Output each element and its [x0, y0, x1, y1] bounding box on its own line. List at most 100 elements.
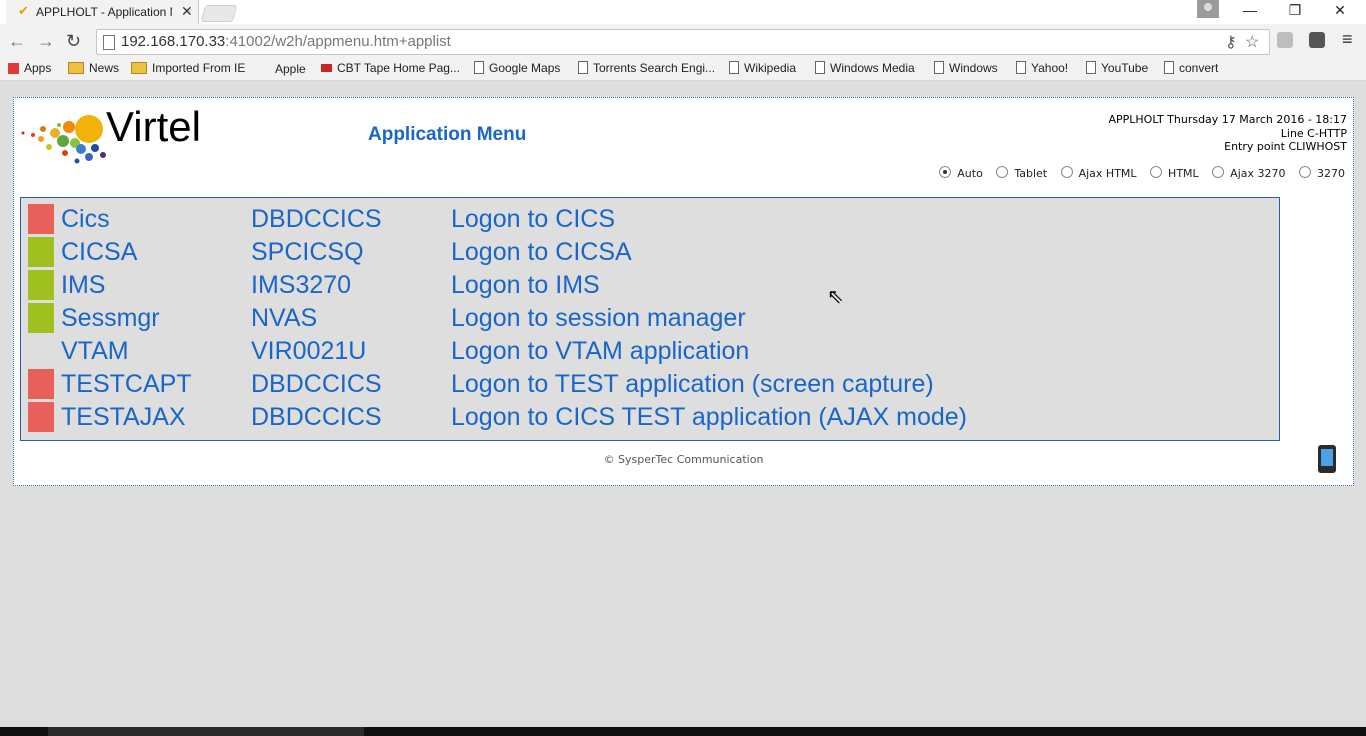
bookmark-label: convert — [1179, 61, 1219, 75]
apps-grid-icon — [8, 63, 19, 74]
bookmark-youtube[interactable]: YouTube — [1086, 61, 1148, 75]
appl-id-link[interactable]: DBDCCICS — [251, 403, 382, 432]
status-indicator — [28, 402, 54, 432]
page-icon — [729, 61, 739, 74]
restore-button[interactable]: ❐ — [1280, 2, 1310, 19]
address-bar[interactable]: 192.168.170.33:41002/w2h/appmenu.htm+app… — [96, 29, 1270, 55]
menu-icon[interactable]: ≡ — [1342, 29, 1353, 50]
reload-button[interactable]: ↻ — [66, 31, 81, 52]
bookmark-label: Imported From IE — [152, 61, 246, 75]
page-icon — [474, 61, 484, 74]
tablet-device-icon[interactable] — [1318, 445, 1336, 473]
url-host: 192.168.170.33 — [121, 33, 226, 50]
title-bar: ✔ APPLHOLT - Application M ✕ — ❐ ✕ — [0, 0, 1366, 24]
mode-auto[interactable]: Auto — [939, 166, 983, 180]
bookmark-yahoo[interactable]: Yahoo! — [1016, 61, 1068, 75]
mode-label: Auto — [957, 167, 983, 180]
extension-icon[interactable] — [1277, 32, 1293, 48]
profile-icon[interactable] — [1197, 0, 1219, 18]
back-button[interactable]: ← — [8, 31, 26, 52]
mode-ajax-3270[interactable]: Ajax 3270 — [1212, 166, 1286, 180]
bookmark-label: Yahoo! — [1031, 61, 1069, 75]
bookmark-cbt-tape[interactable]: CBT Tape Home Pag... — [321, 61, 460, 75]
key-icon[interactable]: ⚷ — [1225, 32, 1237, 52]
bookmark-google-maps[interactable]: Google Maps — [474, 61, 560, 75]
appl-id-link[interactable]: NVAS — [251, 304, 317, 333]
radio-html[interactable] — [1150, 166, 1163, 178]
appl-id-link[interactable]: DBDCCICS — [251, 370, 382, 399]
page-icon — [1016, 61, 1026, 74]
bookmarks-bar: Apps News Imported From IE Apple CBT Tap… — [0, 60, 1366, 81]
session-info: APPLHOLT Thursday 17 March 2016 - 18:17 … — [1108, 113, 1347, 154]
extension-shield-icon[interactable] — [1309, 32, 1325, 48]
favicon-icon: ✔ — [18, 3, 29, 18]
mode-tablet[interactable]: Tablet — [996, 166, 1047, 180]
radio-tablet[interactable] — [996, 166, 1009, 178]
app-name-link[interactable]: Cics — [61, 205, 110, 234]
bookmark-wikipedia[interactable]: Wikipedia — [729, 61, 796, 75]
bookmark-label: Windows Media — [830, 61, 915, 75]
mouse-cursor-icon: ⇖ — [827, 286, 844, 308]
mode-label: Tablet — [1014, 167, 1048, 180]
bookmark-label: Apple — [275, 62, 306, 76]
app-description-link[interactable]: Logon to CICSA — [451, 238, 632, 267]
cbt-icon — [321, 64, 332, 72]
app-name-link[interactable]: CICSA — [61, 238, 137, 267]
entry-point-info: Entry point CLIWHOST — [1224, 140, 1347, 153]
mode-html[interactable]: HTML — [1150, 166, 1199, 180]
session-info-line: APPLHOLT Thursday 17 March 2016 - 18:17 — [1108, 113, 1347, 126]
mode-3270[interactable]: 3270 — [1299, 166, 1345, 180]
radio-3270[interactable] — [1299, 166, 1311, 178]
app-description-link[interactable]: Logon to VTAM application — [451, 337, 749, 366]
page-info-icon[interactable] — [103, 35, 115, 50]
url-text[interactable]: 192.168.170.33:41002/w2h/appmenu.htm+app… — [121, 33, 451, 50]
bookmark-label: YouTube — [1101, 61, 1149, 75]
bookmark-star-icon[interactable]: ☆ — [1245, 32, 1259, 52]
bookmark-apple[interactable]: Apple — [258, 61, 306, 76]
app-description-link[interactable]: Logon to CICS TEST application (AJAX mod… — [451, 403, 967, 432]
browser-tab[interactable]: ✔ APPLHOLT - Application M ✕ — [6, 0, 199, 24]
page-icon — [1164, 61, 1174, 74]
bookmark-windows[interactable]: Windows — [934, 61, 998, 75]
bookmark-imported-from-ie[interactable]: Imported From IE — [131, 61, 245, 75]
application-table: Cics DBDCCICS Logon to CICS CICSA SPCICS… — [20, 197, 1280, 441]
tab-close-icon[interactable]: ✕ — [181, 3, 193, 20]
app-name-link[interactable]: IMS — [61, 271, 105, 300]
bookmark-label: Apps — [24, 61, 52, 75]
app-name-link[interactable]: TESTAJAX — [61, 403, 186, 432]
appl-id-link[interactable]: DBDCCICS — [251, 205, 382, 234]
table-row: IMS IMS3270 Logon to IMS — [28, 270, 1268, 300]
app-name-link[interactable]: TESTCAPT — [61, 370, 192, 399]
url-path: :41002/w2h/appmenu.htm+applist — [225, 33, 451, 50]
bookmark-convert[interactable]: convert — [1164, 61, 1218, 75]
status-indicator — [28, 270, 54, 300]
app-description-link[interactable]: Logon to IMS — [451, 271, 600, 300]
status-indicator — [28, 369, 54, 399]
radio-auto[interactable] — [939, 166, 952, 178]
bookmark-news[interactable]: News — [68, 61, 119, 75]
appl-id-link[interactable]: VIR0021U — [251, 337, 366, 366]
appl-id-link[interactable]: SPCICSQ — [251, 238, 364, 267]
forward-button[interactable]: → — [37, 31, 55, 52]
taskbar — [0, 727, 1366, 736]
close-window-button[interactable]: ✕ — [1325, 2, 1355, 19]
minimize-button[interactable]: — — [1235, 2, 1265, 18]
bookmark-windows-media[interactable]: Windows Media — [815, 61, 915, 75]
app-description-link[interactable]: Logon to TEST application (screen captur… — [451, 370, 934, 399]
taskbar-active-item[interactable] — [48, 727, 364, 736]
app-name-link[interactable]: Sessmgr — [61, 304, 160, 333]
bookmark-torrents[interactable]: Torrents Search Engi... — [578, 61, 715, 75]
bookmark-apps[interactable]: Apps — [8, 61, 51, 75]
table-row: TESTAJAX DBDCCICS Logon to CICS TEST app… — [28, 402, 1268, 432]
app-name-link[interactable]: VTAM — [61, 337, 129, 366]
app-description-link[interactable]: Logon to CICS — [451, 205, 615, 234]
new-tab-button[interactable] — [200, 5, 238, 22]
folder-icon — [131, 62, 147, 74]
mode-ajax-html[interactable]: Ajax HTML — [1060, 166, 1137, 180]
bookmark-label: CBT Tape Home Pag... — [337, 61, 460, 75]
app-description-link[interactable]: Logon to session manager — [451, 304, 746, 333]
radio-ajax-html[interactable] — [1060, 166, 1073, 178]
radio-ajax-3270[interactable] — [1212, 166, 1225, 178]
table-row: Sessmgr NVAS Logon to session manager — [28, 303, 1268, 333]
appl-id-link[interactable]: IMS3270 — [251, 271, 351, 300]
